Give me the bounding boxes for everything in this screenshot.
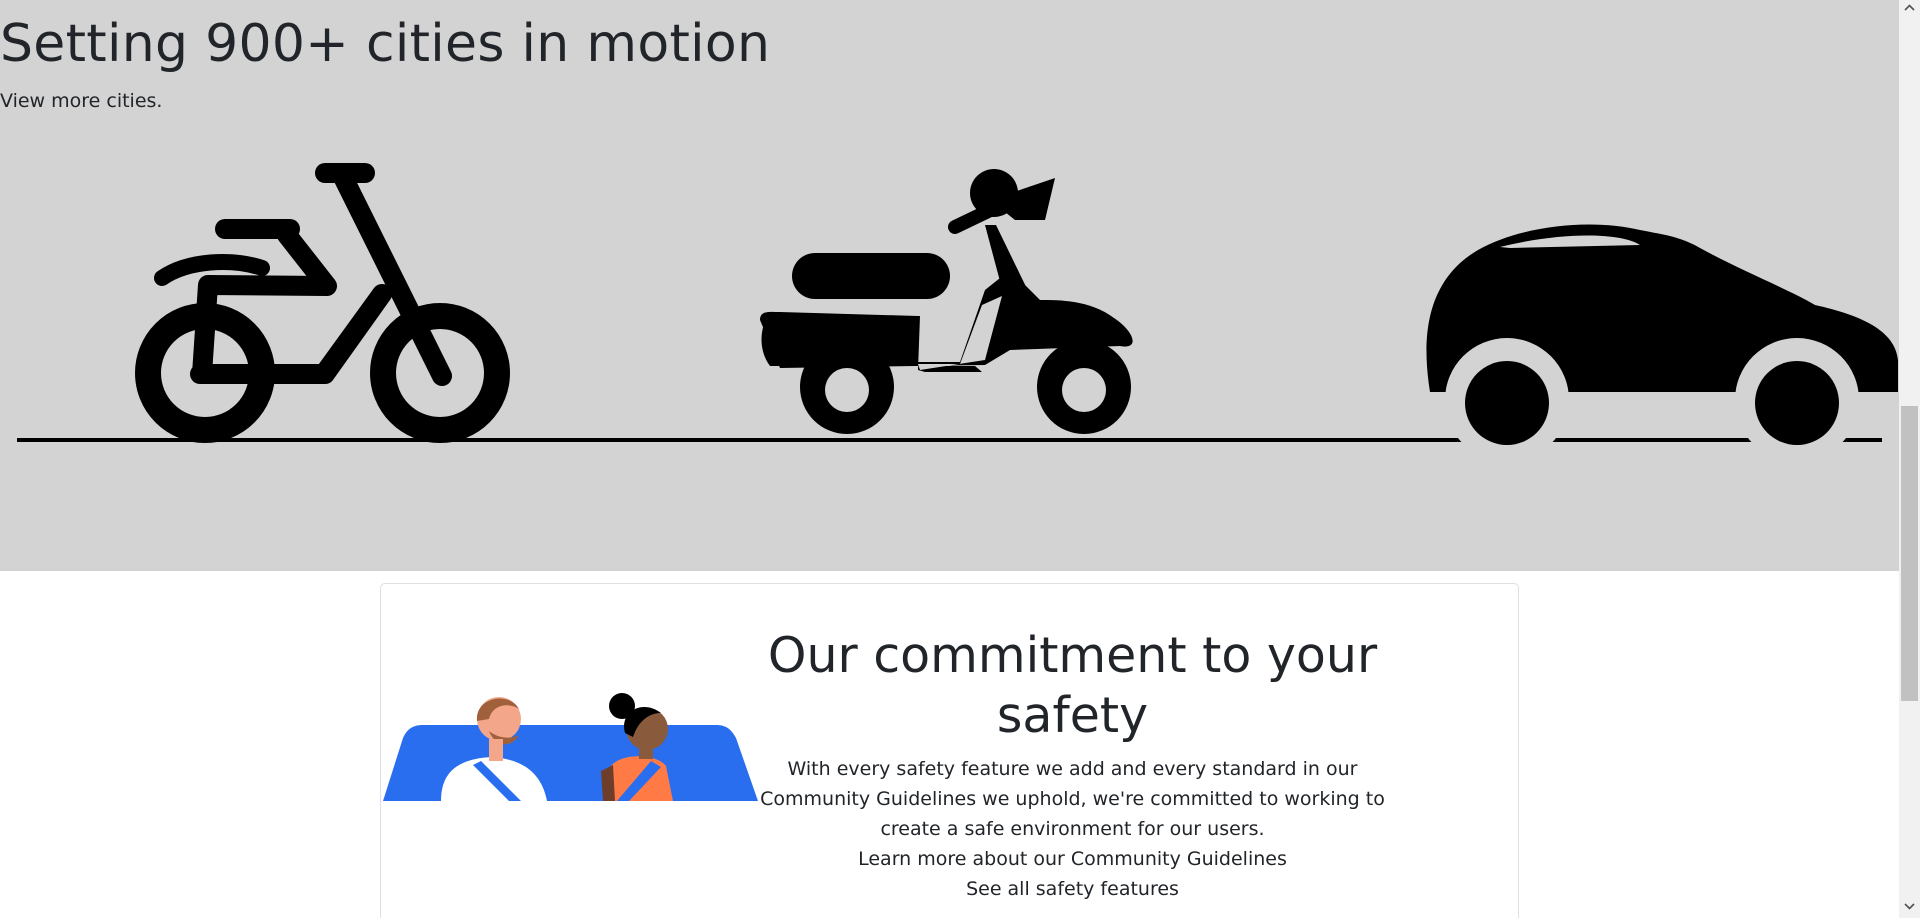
safety-card-content: Our commitment to your safety With every… [748,626,1397,904]
safety-card: Our commitment to your safety With every… [380,583,1519,918]
vertical-scrollbar[interactable] [1899,0,1920,918]
safety-card-body: With every safety feature we add and eve… [760,758,1385,840]
hero-title: Setting 900+ cities in motion [0,14,771,74]
car-icon [1426,224,1898,460]
safety-card-title: Our commitment to your safety [767,627,1378,744]
safety-features-link[interactable]: See all safety features [966,878,1179,900]
vehicles-illustration [17,163,1898,460]
rider-and-driver-illustration [383,693,758,801]
car-window-shape [383,725,758,801]
bike-icon [135,163,510,443]
view-more-cities-link[interactable]: View more cities. [0,90,162,112]
scrollbar-thumb[interactable] [1901,406,1918,701]
scroll-down-arrow-icon[interactable] [1904,902,1915,910]
scroll-up-arrow-icon[interactable] [1904,4,1915,12]
hero-section: Setting 900+ cities in motion View more … [0,0,1899,571]
community-guidelines-link[interactable]: Learn more about our Community Guideline… [858,848,1287,870]
